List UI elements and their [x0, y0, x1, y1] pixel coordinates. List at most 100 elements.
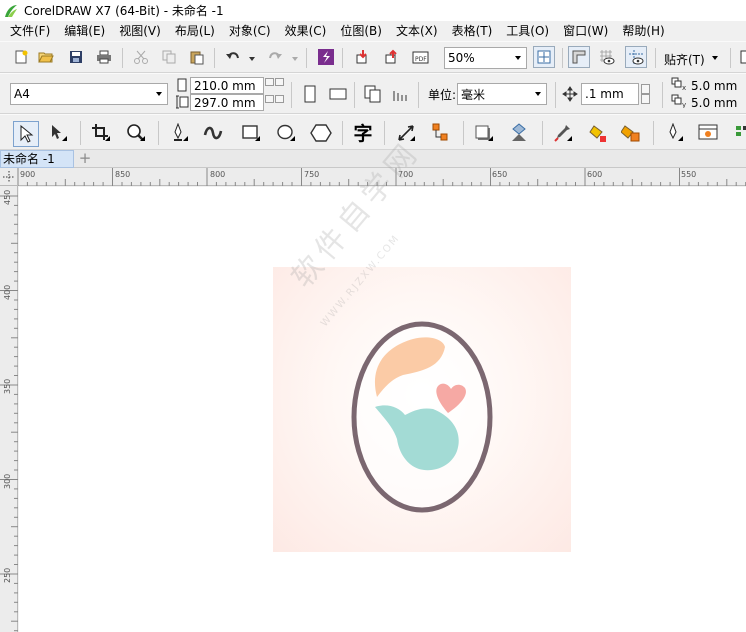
color-eyedropper-tool-icon[interactable] [552, 122, 574, 144]
rectangle-tool-icon[interactable] [240, 122, 262, 144]
menu-layout[interactable]: 布局(L) [168, 21, 222, 41]
menu-file[interactable]: 文件(F) [0, 21, 57, 41]
freehand-tool-icon[interactable] [168, 122, 190, 144]
undo-dropdown-icon[interactable] [249, 57, 255, 61]
publish-pdf-icon[interactable]: PDF [410, 46, 432, 68]
duplicate-distance-y-field[interactable]: 5.0 mm [688, 94, 746, 111]
title-bar: CorelDRAW X7 (64-Bit) - 未命名 -1 [0, 0, 746, 21]
units-label: 单位: [428, 88, 457, 102]
units-dropdown-icon[interactable] [530, 84, 546, 104]
full-screen-preview-icon[interactable] [533, 46, 555, 68]
show-grid-icon[interactable] [596, 46, 618, 68]
crop-tool-icon[interactable] [90, 122, 112, 144]
page-height-field[interactable]: 297.0 mm [190, 94, 264, 111]
duplicate-distance-y-icon: y [671, 94, 686, 108]
connector-tool-icon[interactable] [430, 122, 452, 144]
ruler-h-label: 800 [210, 170, 226, 179]
snap-to-button[interactable]: 贴齐(T) [664, 51, 705, 68]
menu-view[interactable]: 视图(V) [112, 21, 168, 41]
nudge-spin-down-icon[interactable] [641, 94, 650, 104]
redo-icon[interactable] [264, 46, 286, 68]
menu-effects[interactable]: 效果(C) [278, 21, 334, 41]
undo-icon[interactable] [222, 46, 244, 68]
paste-icon[interactable] [186, 46, 208, 68]
property-bar: A4 210.0 mm 297.0 mm 单位: 毫米 .1 mm x 5.0 … [0, 73, 746, 114]
ruler-origin-corner[interactable] [0, 168, 18, 186]
page-width-value: 210.0 mm [194, 78, 256, 93]
snap-dropdown-icon[interactable] [712, 56, 718, 60]
ruler-h-label: 900 [20, 170, 36, 179]
interactive-fill-tool-icon[interactable] [587, 122, 609, 144]
import-icon[interactable] [352, 46, 374, 68]
print-icon[interactable] [93, 46, 115, 68]
copy-icon[interactable] [158, 46, 180, 68]
options-icon[interactable] [737, 46, 746, 68]
nudge-distance-field[interactable]: .1 mm [581, 83, 639, 105]
menu-object[interactable]: 对象(C) [222, 21, 278, 41]
page-size-combo[interactable]: A4 [10, 83, 168, 105]
duplicate-distance-x-value: 5.0 mm [691, 78, 738, 93]
page-size-dropdown-icon[interactable] [151, 84, 167, 104]
show-rulers-icon[interactable] [568, 46, 590, 68]
new-document-icon[interactable] [10, 46, 32, 68]
ruler-v-label: 250 [3, 567, 12, 583]
ruler-origin-icon [3, 171, 15, 183]
zoom-tool-icon[interactable] [125, 122, 147, 144]
height-spin-down-icon[interactable] [265, 95, 274, 103]
units-combo[interactable]: 毫米 [457, 83, 547, 105]
transparency-tool-icon[interactable] [508, 122, 530, 144]
menu-edit[interactable]: 编辑(E) [57, 21, 112, 41]
vertical-ruler[interactable]: 450 400 350 300 250 [0, 186, 18, 632]
width-spin-down-icon[interactable] [265, 78, 274, 86]
drop-shadow-tool-icon[interactable] [473, 122, 495, 144]
search-content-icon[interactable] [315, 46, 337, 68]
pick-tool-icon[interactable] [13, 121, 39, 147]
menu-help[interactable]: 帮助(H) [615, 21, 671, 41]
portrait-orientation-icon[interactable] [299, 83, 321, 105]
outline-pen-tool-icon[interactable] [663, 122, 685, 144]
duplicate-distance-x-field[interactable]: 5.0 mm [688, 77, 746, 94]
zoom-dropdown-icon[interactable] [510, 48, 526, 68]
menu-window[interactable]: 窗口(W) [556, 21, 615, 41]
export-icon[interactable] [381, 46, 403, 68]
zoom-level-value: 50% [448, 51, 475, 65]
ruler-v-label: 350 [3, 378, 12, 394]
svg-text:PDF: PDF [415, 56, 427, 63]
menu-bitmaps[interactable]: 位图(B) [333, 21, 389, 41]
redo-dropdown-icon[interactable] [292, 57, 298, 61]
ellipse-tool-icon[interactable] [275, 122, 297, 144]
document-tab[interactable]: 未命名 -1 [0, 150, 74, 168]
page-height-icon [176, 95, 189, 109]
cut-icon[interactable] [130, 46, 152, 68]
window-title: CorelDRAW X7 (64-Bit) - 未命名 -1 [24, 4, 224, 18]
smart-fill-tool-icon[interactable] [620, 122, 642, 144]
all-pages-icon[interactable] [362, 83, 384, 105]
nudge-spin-up-icon[interactable] [641, 84, 650, 94]
zoom-level-combo[interactable]: 50% [444, 47, 527, 69]
artwork[interactable] [273, 267, 571, 552]
page-width-field[interactable]: 210.0 mm [190, 77, 264, 94]
menu-text[interactable]: 文本(X) [389, 21, 445, 41]
menu-tools[interactable]: 工具(O) [499, 21, 556, 41]
current-page-icon[interactable] [390, 83, 412, 105]
page-size-value: A4 [14, 87, 30, 101]
ruler-h-label: 550 [681, 170, 697, 179]
text-tool-icon[interactable]: 字 [352, 121, 374, 145]
color-styles-icon[interactable] [697, 122, 719, 144]
landscape-orientation-icon[interactable] [327, 83, 349, 105]
open-icon[interactable] [35, 46, 57, 68]
menu-table[interactable]: 表格(T) [445, 21, 500, 41]
text-tool-glyph: 字 [353, 122, 373, 145]
drawing-canvas[interactable]: 软件自学网 WWW.RJZXW.COM [19, 134, 746, 632]
height-spin-up-icon[interactable] [275, 95, 284, 103]
save-icon[interactable] [65, 46, 87, 68]
ruler-v-label: 400 [3, 284, 12, 300]
show-guidelines-icon[interactable] [625, 46, 647, 68]
width-spin-up-icon[interactable] [275, 78, 284, 86]
object-manager-icon[interactable] [731, 122, 746, 144]
artistic-media-tool-icon[interactable] [203, 122, 225, 144]
nudge-distance-icon [562, 86, 578, 102]
shape-tool-icon[interactable] [47, 122, 69, 144]
new-tab-button[interactable]: + [77, 151, 93, 167]
polygon-tool-icon[interactable] [310, 122, 332, 144]
